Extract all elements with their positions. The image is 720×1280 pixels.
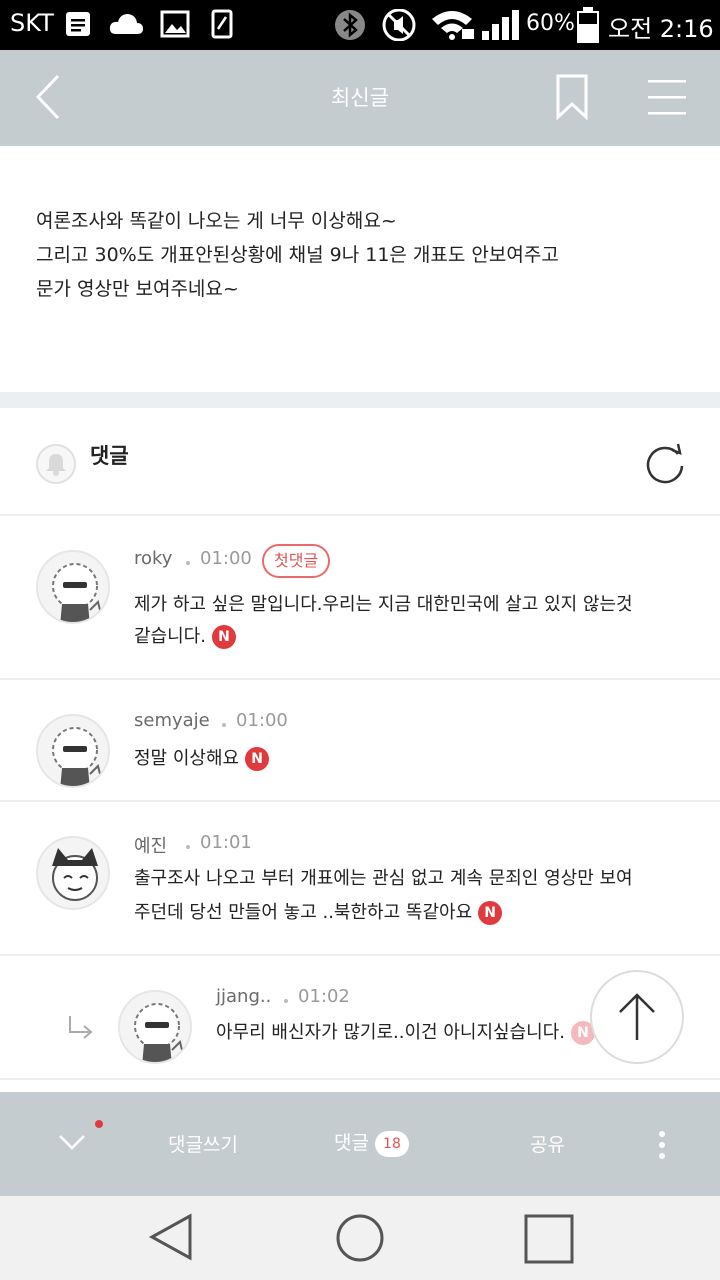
- avatar[interactable]: [118, 990, 192, 1064]
- comment-text-line: 아무리 배신자가 많기로..이건 아니지싶습니다. N: [216, 1014, 595, 1052]
- page-title: 최신글: [331, 86, 389, 110]
- wifi-lock-icon: [430, 9, 476, 45]
- comment-item: semyaje 01:00 정말 이상해요 N: [0, 680, 720, 802]
- comment-item: 예진 01:01 출구조사 나오고 부터 개표에는 관심 없고 계속 문죄인 영…: [0, 802, 720, 956]
- share-button[interactable]: 공유: [530, 1130, 565, 1157]
- image-icon: [160, 9, 190, 43]
- comment-author[interactable]: semyaje: [134, 710, 210, 731]
- comment-author[interactable]: jjang..: [216, 986, 271, 1007]
- separator-dot: [186, 845, 190, 849]
- bluetooth-icon: [332, 9, 368, 45]
- signal-icon: [482, 9, 522, 45]
- reply-arrow-icon: [66, 1014, 96, 1044]
- comment-time: 01:02: [298, 986, 350, 1007]
- app-header: 최신글: [0, 50, 720, 146]
- status-bar: SKT 60% 오전 2:16: [0, 0, 720, 50]
- scroll-to-top-button[interactable]: [590, 970, 684, 1064]
- separator-dot: [222, 723, 226, 727]
- avatar[interactable]: [36, 714, 110, 788]
- comment-count-badge: 18: [374, 1130, 409, 1157]
- cloud-icon: [108, 9, 144, 43]
- post-line: 문가 영상만 보여주네요~: [36, 278, 239, 300]
- chevron-down-icon[interactable]: [58, 1132, 86, 1156]
- comment-text-line: 같습니다. N: [134, 618, 236, 656]
- section-divider: [0, 392, 720, 408]
- refresh-icon[interactable]: [642, 442, 688, 492]
- comment-text: 아무리 배신자가 많기로..이건 아니지싶습니다.: [216, 1022, 565, 1043]
- new-badge: N: [211, 625, 236, 649]
- comment-text: 주던데 당선 만들어 놓고 ..북한하고 똑같아요: [134, 902, 473, 923]
- comment-time: 01:00: [200, 548, 252, 569]
- post-line: 여론조사와 똑같이 나오는 게 너무 이상해요~: [36, 210, 397, 232]
- new-badge: N: [478, 901, 503, 925]
- phone-screen-icon: [210, 9, 234, 43]
- post-line: 그리고 30%도 개표안된상황에 채널 9나 11은 개표도 안보여주고: [36, 244, 559, 266]
- comment-text: 출구조사 나오고 부터 개표에는 관심 없고 계속 문죄인 영상만 보여: [134, 868, 633, 889]
- separator-dot: [284, 999, 288, 1003]
- notification-dot: [95, 1120, 103, 1128]
- comments-button-label: 댓글: [334, 1132, 369, 1154]
- more-vertical-icon[interactable]: [656, 1130, 668, 1164]
- battery-icon: [576, 6, 600, 48]
- write-comment-button[interactable]: 댓글쓰기: [168, 1130, 238, 1157]
- new-badge: N: [245, 747, 270, 771]
- mute-icon: [380, 8, 418, 45]
- message-icon: [64, 9, 92, 43]
- comment-author[interactable]: 예진: [134, 832, 167, 858]
- comment-item: roky 01:00 첫댓글 제가 하고 싶은 말입니다.우리는 지금 대한민국…: [0, 516, 720, 680]
- comment-text: 정말 이상해요: [134, 748, 240, 769]
- comment-time: 01:00: [236, 710, 288, 731]
- bookmark-icon[interactable]: [556, 74, 588, 124]
- battery-percent: 60%: [526, 11, 575, 36]
- bell-icon[interactable]: [36, 444, 76, 484]
- menu-icon[interactable]: [648, 78, 688, 122]
- nav-home-icon[interactable]: [334, 1212, 386, 1268]
- comment-author[interactable]: roky: [134, 548, 172, 569]
- comment-text-line: 정말 이상해요 N: [134, 740, 270, 778]
- avatar[interactable]: [36, 550, 110, 624]
- comment-time: 01:01: [200, 832, 252, 853]
- avatar[interactable]: [36, 836, 110, 910]
- carrier-label: SKT: [10, 9, 54, 37]
- comments-header: 댓글: [0, 408, 720, 516]
- system-nav-bar: [0, 1196, 720, 1280]
- nav-back-icon[interactable]: [146, 1212, 196, 1266]
- comments-label: 댓글: [90, 444, 129, 468]
- separator-dot: [186, 561, 190, 565]
- first-comment-badge: 첫댓글: [262, 544, 331, 578]
- comment-text: 같습니다.: [134, 626, 206, 647]
- post-body: 여론조사와 똑같이 나오는 게 너무 이상해요~ 그리고 30%도 개표안된상황…: [0, 146, 720, 392]
- clock: 오전 2:16: [608, 15, 714, 43]
- comment-text-line: 주던데 당선 만들어 놓고 ..북한하고 똑같아요 N: [134, 894, 503, 932]
- arrow-up-icon: [619, 993, 655, 1040]
- nav-recents-icon[interactable]: [524, 1214, 574, 1268]
- bottom-action-bar: 댓글쓰기 댓글 18 공유: [0, 1092, 720, 1196]
- comments-button[interactable]: 댓글 18: [334, 1128, 409, 1157]
